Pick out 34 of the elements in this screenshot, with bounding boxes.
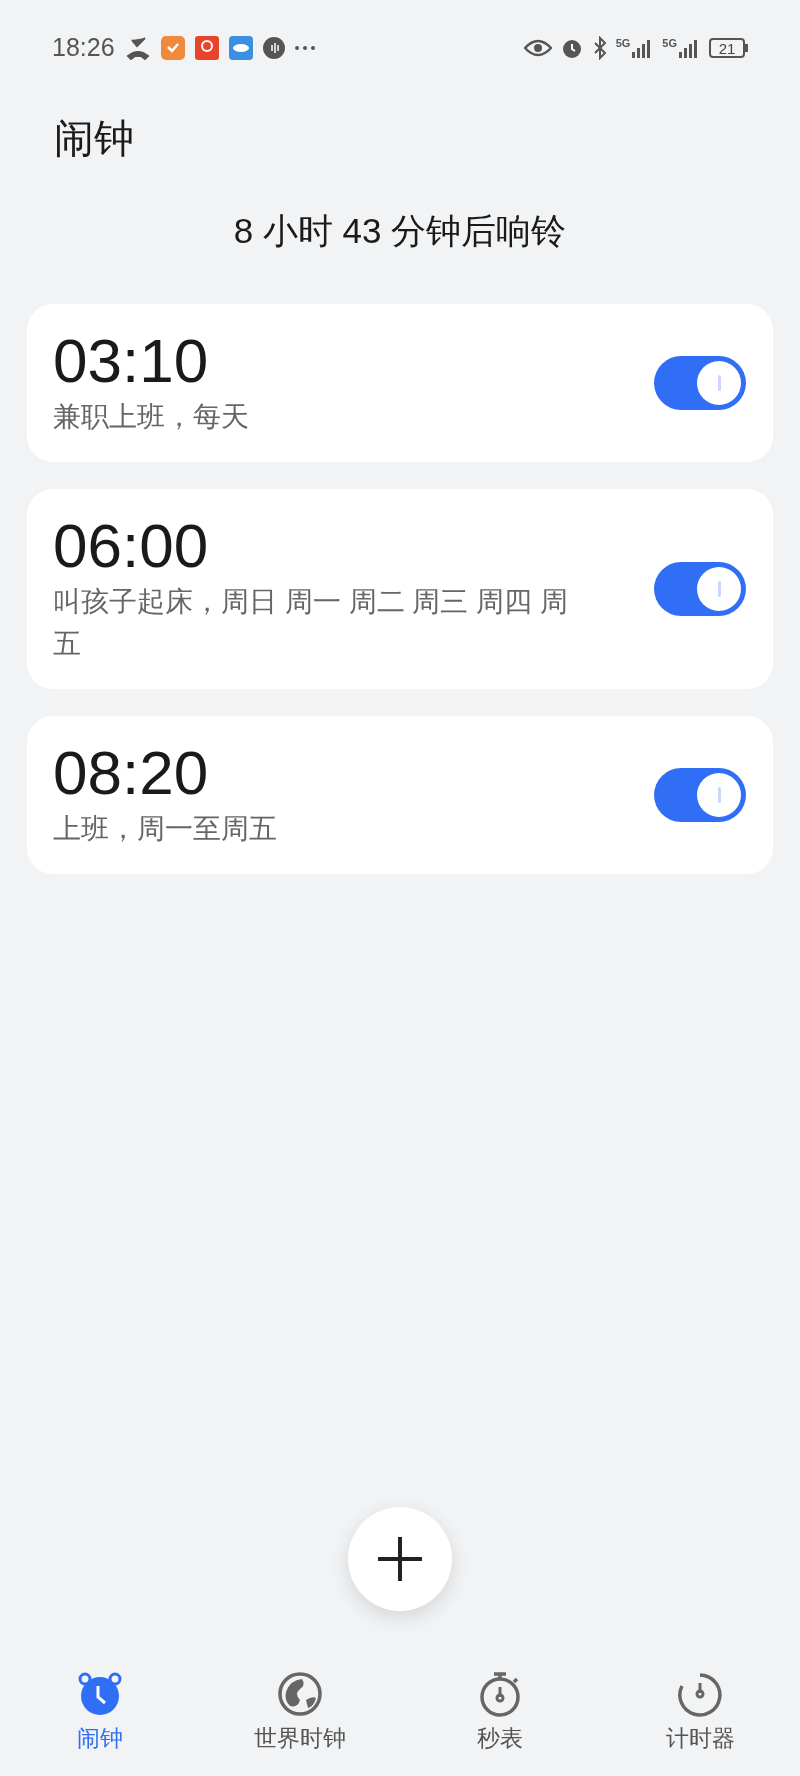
bluetooth-icon xyxy=(591,36,608,60)
alarm-label: 上班，周一至周五 xyxy=(53,812,278,846)
status-time: 18:26 xyxy=(52,32,115,64)
alarm-card[interactable]: 06:00 叫孩子起床，周日 周一 周二 周三 周四 周五 xyxy=(27,489,773,689)
globe-icon xyxy=(276,1670,324,1718)
toggle-switch[interactable] xyxy=(654,356,746,410)
alarm-time: 03:10 xyxy=(53,328,210,394)
page-title: 闹钟 xyxy=(53,115,135,162)
nav-tab[interactable]: 秒表 xyxy=(400,1670,600,1754)
cloud-app-icon xyxy=(228,36,253,60)
missed-call-icon xyxy=(124,36,151,60)
alarm-label: 兼职上班，每天 xyxy=(53,400,250,434)
alarm-card[interactable]: 03:10 兼职上班，每天 xyxy=(27,304,773,462)
nav-tab[interactable]: 闹钟 xyxy=(0,1670,200,1754)
nav-tab[interactable]: 计时器 xyxy=(600,1670,800,1754)
alarm-time: 08:20 xyxy=(53,740,210,806)
alarm-card[interactable]: 08:20 上班，周一至周五 xyxy=(27,716,773,874)
video-app-icon xyxy=(194,36,219,60)
toggle-switch[interactable] xyxy=(654,768,746,822)
toggle-switch[interactable] xyxy=(654,562,746,616)
voice-app-icon xyxy=(262,37,285,59)
plus-icon xyxy=(378,1537,422,1581)
eye-icon xyxy=(523,39,552,57)
network-label: 5G xyxy=(662,38,677,49)
alarm-label: 叫孩子起床，周日 周一 周二 周三 周四 周五 xyxy=(53,585,569,661)
network-label: 5G xyxy=(615,38,631,49)
next-alarm-text: 8 小时 43 分钟后响铃 xyxy=(232,210,568,252)
battery-icon: 21 xyxy=(709,38,748,58)
more-icon xyxy=(294,46,315,50)
alarm-time: 06:00 xyxy=(53,513,210,579)
timer-icon xyxy=(676,1670,724,1718)
nav-tab[interactable]: 世界时钟 xyxy=(200,1670,400,1754)
alarm-clock-icon xyxy=(76,1670,124,1718)
heart-app-icon xyxy=(160,36,185,60)
